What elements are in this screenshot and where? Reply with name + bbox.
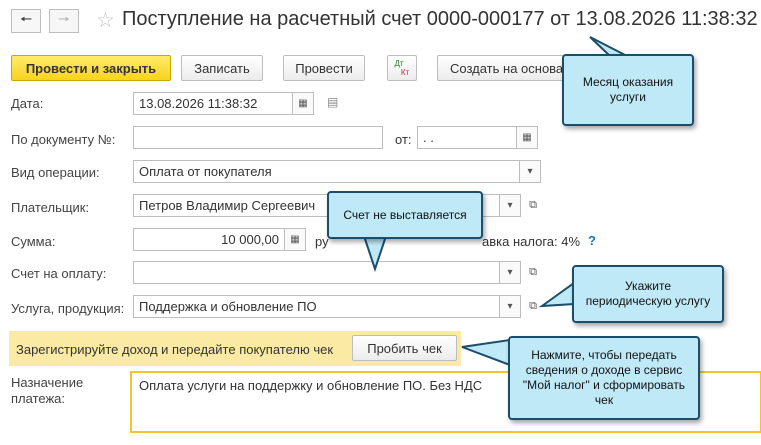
periodic-callout: Укажите периодическую услугу: [572, 265, 724, 323]
amount-input[interactable]: 10 000,00: [133, 228, 285, 251]
doc-date-label: от:: [395, 132, 412, 147]
no-invoice-callout-text: Счет не выставляется: [343, 207, 467, 222]
save-label: Записать: [194, 60, 250, 76]
chevron-down-icon: ▾: [527, 166, 533, 177]
periodic-callout-text: Укажите периодическую услугу: [585, 279, 711, 308]
chevron-down-icon: ▾: [507, 267, 513, 278]
payer-dropdown-button[interactable]: ▾: [499, 194, 521, 217]
calculator-button[interactable]: ▦: [284, 228, 306, 251]
payer-label: Плательщик:: [11, 200, 90, 215]
dt-icon: Дт: [394, 59, 404, 68]
chevron-down-icon: ▾: [507, 200, 513, 211]
page-title: Поступление на расчетный счет 0000-00017…: [122, 8, 758, 30]
no-invoice-callout: Счет не выставляется: [327, 191, 483, 239]
print-receipt-label: Пробить чек: [367, 340, 442, 356]
open-icon: ⧉: [529, 198, 537, 211]
doc-date-input[interactable]: . .: [417, 126, 517, 149]
doc-number-input[interactable]: [133, 126, 383, 149]
periodic-callout-pointer: [538, 281, 575, 308]
operation-select[interactable]: Оплата от покупателя: [133, 160, 520, 183]
post-and-close-label: Провести и закрыть: [25, 60, 157, 76]
save-button[interactable]: Записать: [181, 55, 263, 81]
open-icon: ⧉: [529, 299, 537, 312]
post-label: Провести: [295, 60, 353, 76]
calendar-button[interactable]: ▦: [292, 92, 314, 115]
purpose-text: Оплата услуги на поддержку и обновление …: [139, 378, 483, 393]
purpose-label-line1: Назначение: [11, 375, 84, 390]
date-input[interactable]: 13.08.2026 11:38:32: [133, 92, 293, 115]
press-callout-text: Нажмите, чтобы передать сведения о доход…: [522, 348, 686, 407]
invoice-label: Счет на оплату:: [11, 266, 107, 281]
print-receipt-button[interactable]: Пробить чек: [352, 335, 457, 361]
create-based-button[interactable]: Создать на основании: [437, 55, 573, 81]
calculator-icon: ▦: [290, 234, 300, 245]
press-callout-pointer: [461, 338, 511, 367]
month-callout-text: Месяц оказания услуги: [582, 75, 674, 104]
date-label: Дата:: [11, 96, 44, 111]
calendar-icon: ▦: [522, 132, 532, 143]
calendar-icon: ▦: [298, 98, 308, 109]
star-icon[interactable]: ☆: [96, 8, 115, 33]
amount-label: Сумма:: [11, 234, 56, 249]
tax-rate-label: авка налога: 4%: [482, 234, 581, 249]
operation-dropdown-button[interactable]: ▾: [519, 160, 541, 183]
service-dropdown-button[interactable]: ▾: [499, 295, 521, 318]
arrow-right-icon: 🠖: [57, 11, 71, 27]
press-callout: Нажмите, чтобы передать сведения о доход…: [508, 336, 700, 420]
invoice-dropdown-button[interactable]: ▾: [499, 261, 521, 284]
operation-label: Вид операции:: [11, 165, 100, 180]
service-input[interactable]: Поддержка и обновление ПО: [133, 295, 500, 318]
post-and-close-button[interactable]: Провести и закрыть: [11, 55, 171, 81]
comment-icon[interactable]: ▤: [327, 95, 338, 109]
service-label: Услуга, продукция:: [11, 301, 125, 316]
doc-calendar-button[interactable]: ▦: [516, 126, 538, 149]
month-callout: Месяц оказания услуги: [562, 54, 694, 126]
doc-number-label: По документу №:: [11, 132, 116, 147]
dt-kt-button[interactable]: Дт Кт: [387, 55, 417, 81]
post-button[interactable]: Провести: [283, 55, 365, 81]
kt-icon: Кт: [400, 68, 410, 77]
arrow-left-icon: 🠔: [19, 11, 33, 27]
purpose-label-line2: платежа:: [11, 391, 65, 406]
open-icon: ⧉: [529, 265, 537, 278]
create-based-label: Создать на основании: [450, 60, 573, 76]
chevron-down-icon: ▾: [507, 301, 513, 312]
forward-button[interactable]: 🠖: [49, 9, 79, 33]
register-income-text: Зарегистрируйте доход и передайте покупа…: [16, 342, 334, 357]
invoice-input[interactable]: [133, 261, 500, 284]
back-button[interactable]: 🠔: [11, 9, 41, 33]
payer-open-button[interactable]: ⧉: [523, 195, 543, 215]
tax-help-icon[interactable]: ?: [588, 233, 596, 248]
service-open-button[interactable]: ⧉: [523, 296, 543, 316]
invoice-open-button[interactable]: ⧉: [523, 262, 543, 282]
